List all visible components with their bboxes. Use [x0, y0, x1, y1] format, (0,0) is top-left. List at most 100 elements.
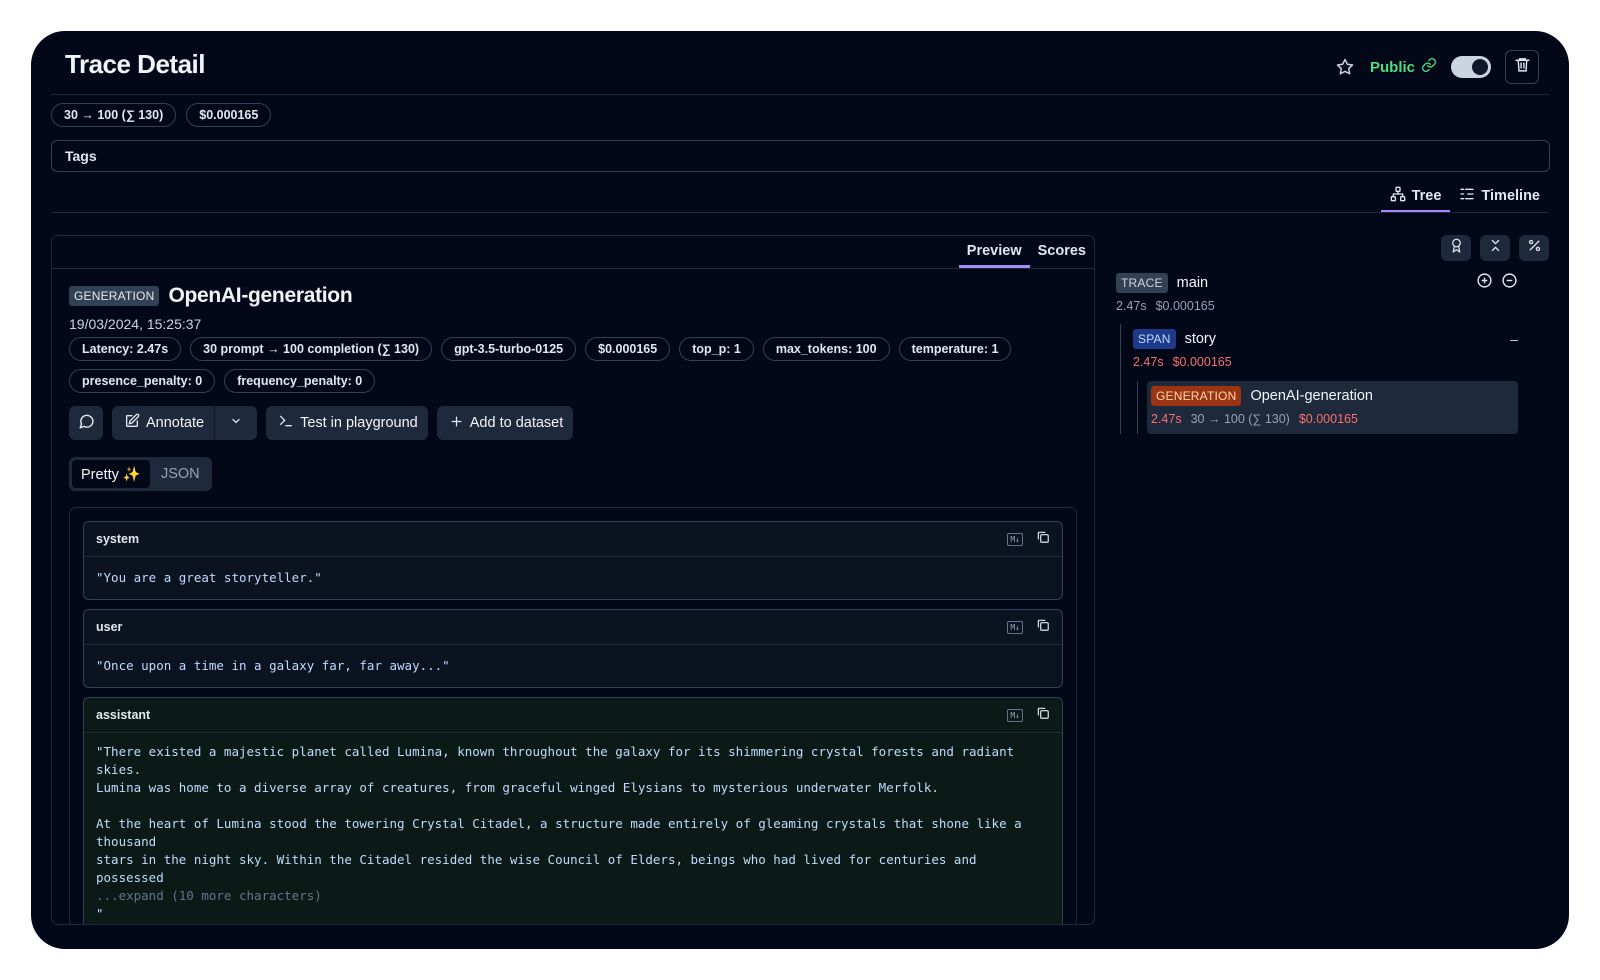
- generation-name: OpenAI-generation: [1250, 388, 1373, 404]
- comment-icon: [78, 413, 95, 434]
- expand-link[interactable]: ...expand (10 more characters): [96, 888, 322, 903]
- tab-tree[interactable]: Tree: [1380, 181, 1451, 213]
- annotate-dropdown-button[interactable]: [215, 406, 257, 440]
- type-badge: GENERATION: [69, 286, 160, 306]
- trace-cost: $0.000165: [1155, 299, 1215, 313]
- format-toggle: Pretty ✨ JSON: [69, 457, 212, 491]
- json-view-button[interactable]: JSON: [152, 460, 209, 488]
- panel-tabs: Preview Scores: [958, 236, 1094, 268]
- message-content: "There existed a majestic planet called …: [96, 744, 1022, 885]
- message-role: system: [96, 532, 140, 546]
- message-role: user: [96, 620, 123, 634]
- param-pill: temperature: 1: [898, 337, 1012, 361]
- expand-plus-icon[interactable]: [1476, 272, 1493, 293]
- generation-cost: $0.000165: [1298, 412, 1358, 426]
- observation-heading: GENERATION OpenAI-generation: [69, 284, 353, 308]
- tab-scores[interactable]: Scores: [1030, 236, 1094, 268]
- public-link[interactable]: Public: [1370, 57, 1437, 77]
- test-in-playground-button[interactable]: Test in playground: [266, 406, 428, 440]
- metrics-pills: Latency: 2.47s 30 prompt → 100 completio…: [69, 337, 1029, 393]
- header-divider: [51, 94, 1549, 95]
- collapse-all-button[interactable]: [1480, 235, 1510, 261]
- tab-timeline[interactable]: Timeline: [1450, 181, 1549, 213]
- tree-node-trace[interactable]: TRACE main 2.47s $0.000165: [1116, 272, 1518, 313]
- cost-pill: $0.000165: [585, 337, 671, 361]
- param-pill: max_tokens: 100: [762, 337, 890, 361]
- tree-node-generation[interactable]: GENERATION OpenAI-generation 2.47s 30 → …: [1147, 381, 1518, 434]
- generation-badge: GENERATION: [1151, 386, 1242, 406]
- add-to-dataset-button[interactable]: Add to dataset: [436, 406, 574, 440]
- link-icon: [1421, 57, 1437, 77]
- header-actions: Public: [1334, 49, 1539, 85]
- markdown-icon[interactable]: M↓: [1007, 620, 1023, 634]
- message-tail: ": [96, 906, 104, 921]
- collapse-minus-icon[interactable]: [1501, 272, 1518, 293]
- public-label: Public: [1369, 58, 1415, 76]
- annotate-button-group: Annotate: [112, 406, 258, 440]
- message-content: "Once upon a time in a galaxy far, far a…: [96, 658, 450, 673]
- page-title: Trace Detail: [65, 49, 205, 79]
- award-icon: [1449, 238, 1464, 258]
- action-bar: Annotate Test in playground Add to datas…: [69, 406, 574, 440]
- trace-name: main: [1176, 274, 1209, 291]
- plus-icon: [449, 414, 464, 433]
- chevron-down-icon: [230, 415, 242, 431]
- param-pill: top_p: 1: [679, 337, 754, 361]
- param-pill: presence_penalty: 0: [69, 369, 216, 393]
- pretty-view-button[interactable]: Pretty ✨: [72, 460, 150, 488]
- usage-pill: 30 prompt → 100 completion (∑ 130): [190, 337, 433, 361]
- edit-icon: [124, 413, 140, 433]
- observation-timestamp: 19/03/2024, 15:25:37: [69, 316, 202, 332]
- tree-connector: [1120, 324, 1121, 434]
- tab-preview[interactable]: Preview: [958, 236, 1030, 268]
- span-latency: 2.47s: [1133, 355, 1164, 369]
- comment-button[interactable]: [69, 406, 103, 440]
- model-pill: gpt-3.5-turbo-0125: [441, 337, 577, 361]
- trace-latency: 2.47s: [1116, 299, 1147, 313]
- tree-icon: [1390, 186, 1406, 206]
- latency-pill: Latency: 2.47s: [69, 337, 182, 361]
- star-icon[interactable]: [1334, 56, 1356, 78]
- chevrons-collapse-icon: [1488, 238, 1503, 258]
- dataset-label: Add to dataset: [469, 415, 564, 431]
- copy-icon[interactable]: [1036, 706, 1050, 725]
- observation-panel: Preview Scores GENERATION OpenAI-generat…: [51, 235, 1095, 925]
- copy-icon[interactable]: [1036, 618, 1050, 637]
- trace-usage-pills: 30 → 100 (∑ 130) $0.000165: [51, 103, 272, 127]
- tree-connector: [1137, 381, 1138, 434]
- generation-latency: 2.47s: [1151, 412, 1182, 426]
- markdown-icon[interactable]: M↓: [1007, 532, 1023, 546]
- tab-timeline-label: Timeline: [1481, 187, 1540, 204]
- annotate-label: Annotate: [146, 415, 205, 431]
- percent-icon: [1527, 238, 1542, 258]
- message-assistant: assistant M↓ "There existed a majestic p…: [83, 697, 1063, 924]
- view-tabs: Tree Timeline: [1380, 181, 1549, 213]
- playground-label: Test in playground: [300, 415, 418, 431]
- span-collapse-toggle[interactable]: –: [1510, 331, 1518, 347]
- show-scores-button[interactable]: [1441, 235, 1471, 261]
- message-user: user M↓ "Once upon a time in a galaxy fa…: [83, 609, 1063, 688]
- timeline-icon: [1459, 186, 1475, 206]
- messages-container: system M↓ "You are a great storyteller."…: [69, 507, 1077, 924]
- tabs-divider: [51, 212, 1549, 213]
- terminal-icon: [278, 413, 294, 433]
- annotate-button[interactable]: Annotate: [112, 406, 214, 440]
- tags-field[interactable]: Tags: [51, 140, 1550, 172]
- markdown-icon[interactable]: M↓: [1007, 708, 1023, 722]
- cost-pill: $0.000165: [186, 103, 272, 127]
- trace-detail-window: Trace Detail Public 30 → 100 (∑ 130) $0.…: [31, 31, 1569, 949]
- span-badge: SPAN: [1133, 329, 1176, 349]
- observation-name: OpenAI-generation: [168, 284, 353, 307]
- param-pill: frequency_penalty: 0: [224, 369, 376, 393]
- show-metrics-button[interactable]: [1519, 235, 1549, 261]
- panel-tabs-divider: [52, 268, 1094, 269]
- delete-button[interactable]: [1505, 50, 1539, 84]
- message-content: "You are a great storyteller.": [96, 570, 322, 585]
- message-system: system M↓ "You are a great storyteller.": [83, 521, 1063, 600]
- tab-tree-label: Tree: [1411, 187, 1442, 204]
- span-name: story: [1184, 331, 1217, 347]
- public-toggle[interactable]: [1451, 56, 1491, 78]
- tree-node-span[interactable]: SPAN story – 2.47s $0.000165: [1133, 329, 1518, 369]
- copy-icon[interactable]: [1036, 530, 1050, 549]
- generation-tokens: 30 → 100 (∑ 130): [1190, 412, 1290, 426]
